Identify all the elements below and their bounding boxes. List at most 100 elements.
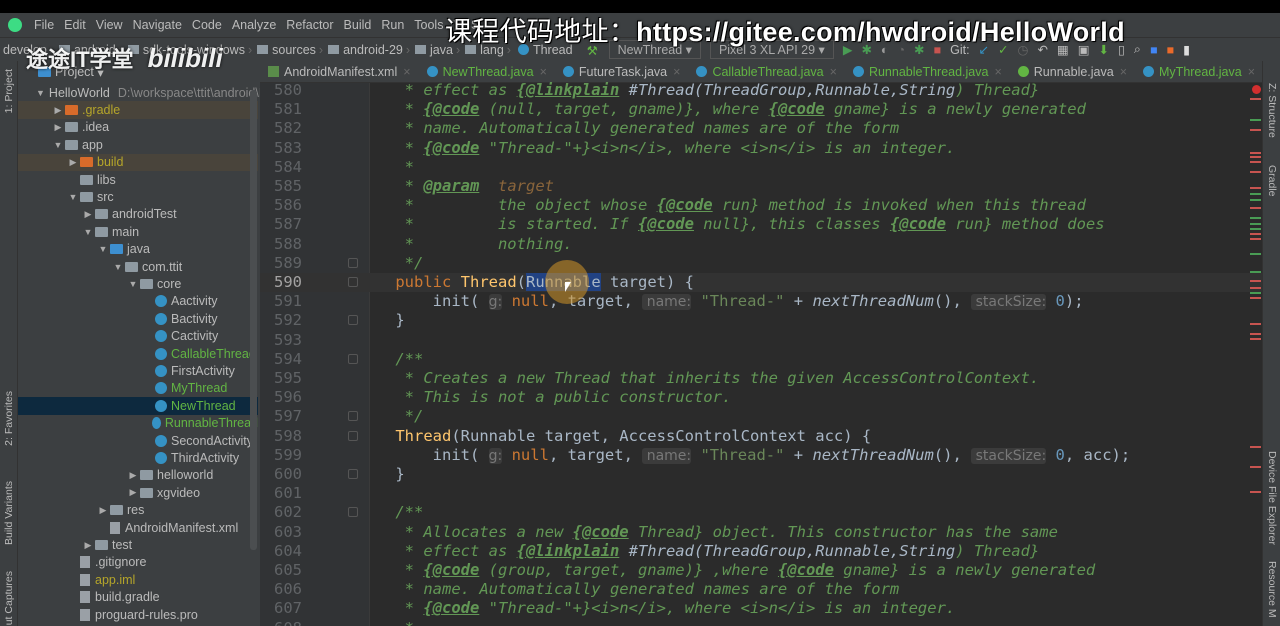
collapsed-arrow-icon[interactable]: ▶ — [66, 157, 80, 168]
stripe-mark[interactable] — [1250, 287, 1261, 289]
tool-layout-captures[interactable]: ut Captures — [3, 571, 15, 625]
expanded-arrow-icon[interactable]: ▼ — [96, 244, 110, 254]
breadcrumb-item[interactable]: android-29 — [343, 43, 403, 57]
tree-item--idea[interactable]: ▶ .idea — [18, 119, 258, 136]
tool-favorites[interactable]: 2: Favorites — [3, 391, 15, 446]
stripe-mark[interactable] — [1250, 98, 1261, 100]
stripe-mark[interactable] — [1250, 223, 1261, 225]
tree-item-androidtest[interactable]: ▶ androidTest — [18, 206, 258, 223]
tool-gradle[interactable]: Gradle — [1266, 165, 1278, 197]
menu-item-analyze[interactable]: Analyze — [232, 18, 276, 32]
tree-item-main[interactable]: ▼ main — [18, 223, 258, 240]
stripe-mark[interactable] — [1250, 207, 1261, 209]
stripe-mark[interactable] — [1250, 466, 1261, 468]
user-icon[interactable]: ▮ — [1183, 42, 1190, 57]
tree-item-mythread[interactable]: MyThread — [18, 380, 258, 397]
stripe-mark[interactable] — [1250, 152, 1261, 154]
tree-item-firstactivity[interactable]: FirstActivity — [18, 362, 258, 379]
translate-icon[interactable]: ■ — [1150, 43, 1158, 57]
tree-item-build-gradle[interactable]: build.gradle — [18, 589, 258, 606]
tree-item-androidmanifest-xml[interactable]: AndroidManifest.xml — [18, 519, 258, 536]
code-editor[interactable]: 580 * effect as {@linkplain #Thread(Thre… — [260, 80, 1262, 626]
tree-item-cactivity[interactable]: Cactivity — [18, 328, 258, 345]
fold-marker-icon[interactable] — [348, 430, 358, 441]
menu-item-refactor[interactable]: Refactor — [286, 18, 333, 32]
menu-item-navigate[interactable]: Navigate — [133, 18, 182, 32]
translate-alt-icon[interactable]: ■ — [1167, 43, 1175, 57]
tree-item-helloworld[interactable]: ▶ helloworld — [18, 467, 258, 484]
fold-marker-icon[interactable] — [348, 277, 358, 287]
menu-item-run[interactable]: Run — [381, 18, 404, 32]
tool-build-variants[interactable]: Build Variants — [3, 481, 15, 545]
stripe-mark[interactable] — [1250, 119, 1261, 121]
stripe-mark[interactable] — [1250, 199, 1261, 201]
stripe-mark[interactable] — [1250, 156, 1261, 158]
menu-item-build[interactable]: Build — [344, 18, 372, 32]
tree-item-com-ttit[interactable]: ▼ com.ttit — [18, 258, 258, 275]
close-tab-icon[interactable]: × — [673, 65, 680, 79]
close-tab-icon[interactable]: × — [830, 65, 837, 79]
tree-item-app[interactable]: ▼ app — [18, 136, 258, 153]
expanded-arrow-icon[interactable]: ▼ — [36, 88, 45, 98]
collapsed-arrow-icon[interactable]: ▶ — [126, 487, 140, 498]
tree-item-secondactivity[interactable]: SecondActivity — [18, 432, 258, 449]
tree-item-aactivity[interactable]: Aactivity — [18, 293, 258, 310]
stripe-mark[interactable] — [1250, 271, 1261, 273]
stripe-mark[interactable] — [1250, 297, 1261, 299]
project-scrollbar[interactable] — [250, 90, 257, 550]
collapsed-arrow-icon[interactable]: ▶ — [81, 209, 95, 220]
expanded-arrow-icon[interactable]: ▼ — [111, 262, 125, 272]
stripe-mark[interactable] — [1250, 217, 1261, 219]
search-icon[interactable]: ⌕ — [1134, 42, 1141, 57]
stripe-mark[interactable] — [1250, 161, 1261, 163]
stripe-mark[interactable] — [1250, 446, 1261, 448]
menu-item-tools[interactable]: Tools — [414, 18, 443, 32]
tree-item-java[interactable]: ▼ java — [18, 241, 258, 258]
collapsed-arrow-icon[interactable]: ▶ — [51, 105, 65, 116]
fold-marker-icon[interactable] — [348, 507, 358, 518]
stripe-mark[interactable] — [1250, 491, 1261, 493]
tree-item-res[interactable]: ▶ res — [18, 502, 258, 519]
tree-item-xgvideo[interactable]: ▶ xgvideo — [18, 484, 258, 501]
close-tab-icon[interactable]: × — [1120, 65, 1127, 79]
tree-item-callablethread[interactable]: CallableThread — [18, 345, 258, 362]
stripe-mark[interactable] — [1250, 238, 1261, 240]
tree-item-bactivity[interactable]: Bactivity — [18, 310, 258, 327]
tool-resource-manager[interactable]: Resource M — [1266, 561, 1278, 618]
menu-item-view[interactable]: View — [96, 18, 123, 32]
stripe-mark[interactable] — [1250, 338, 1261, 340]
close-tab-icon[interactable]: × — [1248, 65, 1255, 79]
error-stripe[interactable] — [1250, 83, 1262, 626]
expanded-arrow-icon[interactable]: ▼ — [66, 192, 80, 202]
tree-item-src[interactable]: ▼ src — [18, 188, 258, 205]
stripe-mark[interactable] — [1250, 333, 1261, 335]
collapsed-arrow-icon[interactable]: ▶ — [51, 122, 65, 133]
stripe-mark[interactable] — [1250, 253, 1261, 255]
tree-item-build[interactable]: ▶ build — [18, 153, 258, 171]
tree-item-newthread[interactable]: NewThread — [18, 397, 258, 415]
menu-item-file[interactable]: File — [34, 18, 54, 32]
fold-marker-icon[interactable] — [348, 257, 358, 268]
tree-item--gradle[interactable]: ▶ .gradle — [18, 101, 258, 119]
menu-item-edit[interactable]: Edit — [64, 18, 86, 32]
tree-item-app-iml[interactable]: app.iml — [18, 571, 258, 588]
tree-item-thirdactivity[interactable]: ThirdActivity — [18, 449, 258, 466]
breadcrumb-item[interactable]: sources — [272, 43, 316, 57]
close-tab-icon[interactable]: × — [403, 65, 410, 79]
stripe-mark[interactable] — [1250, 187, 1261, 189]
tool-device-file-explorer[interactable]: Device File Explorer — [1266, 451, 1278, 545]
stripe-mark[interactable] — [1250, 171, 1261, 173]
tree-item--gitignore[interactable]: .gitignore — [18, 554, 258, 571]
fold-marker-icon[interactable] — [348, 411, 358, 422]
fold-marker-icon[interactable] — [348, 469, 358, 479]
stripe-mark[interactable] — [1250, 233, 1261, 235]
expanded-arrow-icon[interactable]: ▼ — [81, 227, 95, 237]
expanded-arrow-icon[interactable]: ▼ — [126, 279, 140, 289]
tree-item-helloworld[interactable]: ▼ HelloWorld D:\workspace\ttit\android\H — [18, 84, 260, 101]
close-tab-icon[interactable]: × — [540, 65, 547, 79]
fold-marker-icon[interactable] — [348, 353, 358, 364]
fold-marker-icon[interactable] — [348, 315, 358, 326]
tree-item-proguard-rules-pro[interactable]: proguard-rules.pro — [18, 606, 258, 623]
tree-item-libs[interactable]: libs — [18, 171, 258, 188]
collapsed-arrow-icon[interactable]: ▶ — [126, 470, 140, 481]
